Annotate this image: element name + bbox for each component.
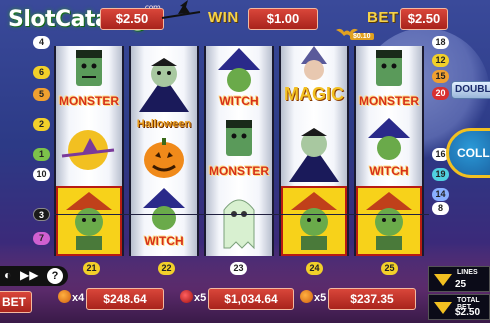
line-marker-7[interactable]: 7 [33, 232, 50, 245]
witch-label: WITCH [369, 164, 409, 178]
collect-button[interactable]: COLL [446, 128, 490, 178]
line-marker-1[interactable]: 1 [33, 148, 50, 161]
line-marker-18[interactable]: 18 [432, 36, 449, 49]
halloween-label: Halloween [136, 118, 192, 130]
prize1-multiplier: x4 [72, 292, 85, 304]
monster-label: MONSTER [359, 94, 419, 108]
symbol-frankenstein: MONSTER [206, 116, 272, 186]
symbol-witch: WITCH [131, 186, 197, 256]
line-marker-23[interactable]: 23 [230, 262, 247, 275]
prize3-multiplier: x5 [314, 292, 327, 304]
bet-label: BET [367, 9, 399, 26]
witch-label: WITCH [219, 94, 259, 108]
fast-forward-icon[interactable]: ▶▶ [20, 268, 38, 282]
symbol-witch-win [56, 186, 122, 256]
lines-label: LINES [457, 269, 478, 276]
frankenstein-icon [226, 120, 252, 156]
help-button[interactable]: ? [47, 268, 63, 284]
monster-label: MONSTER [59, 94, 119, 108]
witch-icon [366, 192, 412, 250]
reel-3: WITCH MONSTER [204, 46, 274, 256]
wizard-icon [301, 46, 327, 80]
dracula-icon [139, 58, 189, 112]
settings-icon[interactable]: ◐ [4, 268, 11, 282]
lines-bet-display: $2.50 [100, 8, 164, 30]
winning-payline [54, 214, 429, 215]
reel-4: MAGIC [279, 46, 349, 256]
reel-5: MONSTER WITCH [354, 46, 424, 256]
ghost-icon [223, 199, 255, 250]
prize2-display: $1,034.64 [208, 288, 294, 310]
lines-decrease-arrow-icon[interactable] [434, 274, 452, 286]
line-marker-21[interactable]: 21 [83, 262, 100, 275]
symbol-ghost [206, 186, 272, 256]
frankenstein-icon [376, 50, 402, 86]
magic-label: MAGIC [284, 84, 344, 104]
witch-label: WITCH [144, 234, 184, 248]
bet-button[interactable]: BET [0, 291, 32, 313]
symbol-dracula [281, 116, 347, 186]
line-marker-19[interactable]: 19 [432, 168, 449, 181]
witch-icon [66, 192, 112, 250]
total-bet-panel: TOTAL BET $2.50 [428, 294, 490, 320]
line-marker-5[interactable]: 5 [33, 88, 50, 101]
line-marker-10[interactable]: 10 [33, 168, 50, 181]
line-marker-25[interactable]: 25 [381, 262, 398, 275]
symbol-wizard: MAGIC [281, 46, 347, 116]
witch-on-broom-moon-icon [61, 130, 115, 170]
symbol-witch: WITCH [356, 116, 422, 186]
line-marker-2[interactable]: 2 [33, 118, 50, 131]
prize1-display: $248.64 [86, 288, 164, 310]
pumpkin-icon [58, 290, 71, 303]
line-marker-20[interactable]: 20 [432, 87, 449, 100]
line-marker-14[interactable]: 14 [432, 188, 449, 201]
pumpkin-icon [300, 290, 313, 303]
witch-icon [368, 118, 410, 160]
monster-label: MONSTER [209, 164, 269, 178]
symbol-witch-on-broom [56, 116, 122, 186]
symbol-pumpkin: Halloween [131, 116, 197, 186]
win-display: $1.00 [248, 8, 318, 30]
prize2-multiplier: x5 [194, 292, 207, 304]
total-bet-value: $2.50 [455, 307, 481, 318]
double-button[interactable]: DOUBLE [451, 81, 490, 99]
prize3-display: $237.35 [328, 288, 416, 310]
win-label: WIN [208, 9, 239, 26]
line-marker-3[interactable]: 3 [33, 208, 50, 221]
witch-icon [291, 192, 337, 250]
symbol-witch-win [281, 186, 347, 256]
lines-panel: LINES 25 [428, 266, 490, 292]
dracula-icon [289, 128, 339, 182]
line-marker-24[interactable]: 24 [306, 262, 323, 275]
bet-display: $2.50 [400, 8, 448, 30]
line-marker-8[interactable]: 8 [432, 202, 449, 215]
total-bet-decrease-arrow-icon[interactable] [434, 302, 452, 314]
bat-coin-value: $0.10 [350, 33, 374, 40]
symbol-witch: WITCH [206, 46, 272, 116]
line-marker-6[interactable]: 6 [33, 66, 50, 79]
reel-1: MONSTER [54, 46, 124, 256]
symbol-frankenstein: MONSTER [56, 46, 122, 116]
symbol-witch-win [356, 186, 422, 256]
line-marker-4[interactable]: 4 [33, 36, 50, 49]
line-marker-12[interactable]: 12 [432, 54, 449, 67]
frankenstein-icon [76, 50, 102, 86]
symbol-dracula [131, 46, 197, 116]
symbol-frankenstein: MONSTER [356, 46, 422, 116]
flying-witch-icon [161, 0, 201, 19]
bat-prize-icon [180, 290, 193, 303]
line-marker-22[interactable]: 22 [158, 262, 175, 275]
reel-2: Halloween WITCH [129, 46, 199, 256]
witch-icon [143, 188, 185, 230]
witch-icon [218, 48, 260, 92]
line-marker-15[interactable]: 15 [432, 70, 449, 83]
lines-value: 25 [455, 279, 467, 290]
